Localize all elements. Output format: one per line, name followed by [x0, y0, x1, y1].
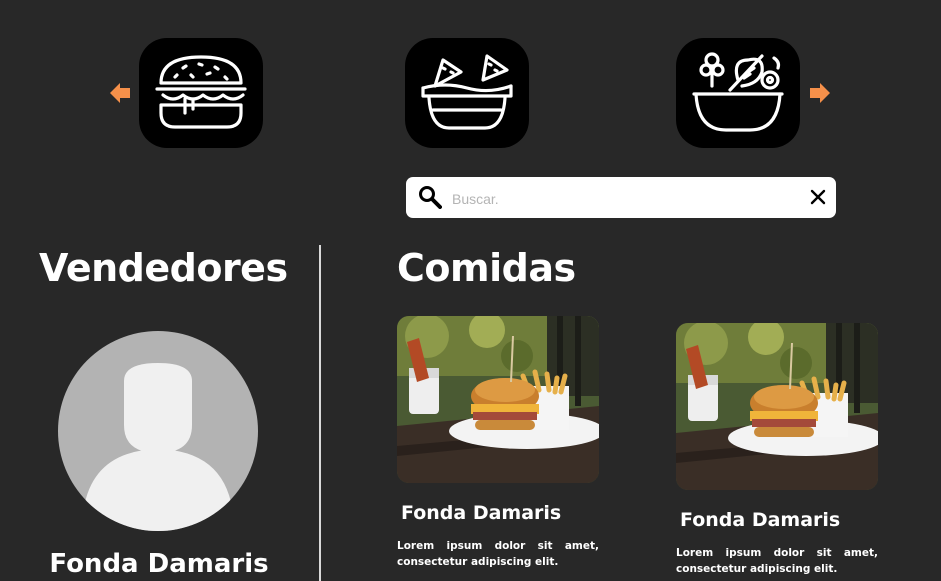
arrow-left-icon	[110, 83, 130, 103]
burger-icon	[155, 55, 247, 129]
burger-photo	[676, 323, 878, 490]
category-nachos[interactable]	[405, 38, 529, 148]
food-card[interactable]: Fonda Damaris Lorem ipsum dolor sit amet…	[397, 316, 601, 570]
vendor-name[interactable]: Fonda Damaris	[0, 549, 318, 579]
foods-heading: Comidas	[397, 246, 576, 290]
user-avatar-icon	[58, 331, 258, 531]
food-description: Lorem ipsum dolor sit amet, consectetur …	[676, 547, 878, 575]
food-image[interactable]	[676, 323, 878, 490]
carousel-prev-button[interactable]	[109, 82, 131, 104]
column-divider	[319, 245, 321, 581]
nachos-bowl-icon	[421, 54, 513, 130]
search-bar	[406, 177, 836, 218]
category-salad[interactable]	[676, 38, 800, 148]
vendors-heading: Vendedores	[39, 246, 288, 290]
burger-photo	[397, 316, 599, 483]
search-icon[interactable]	[418, 185, 442, 209]
carousel-next-button[interactable]	[809, 82, 831, 104]
vendor-avatar[interactable]	[58, 331, 258, 531]
food-image[interactable]	[397, 316, 599, 483]
clear-search-icon[interactable]	[810, 189, 826, 205]
category-burger[interactable]	[139, 38, 263, 148]
search-input[interactable]	[450, 183, 794, 214]
food-vendor-name[interactable]: Fonda Damaris	[676, 509, 880, 531]
food-description: Lorem ipsum dolor sit amet, consectetur …	[397, 540, 599, 568]
food-vendor-name[interactable]: Fonda Damaris	[397, 502, 601, 524]
food-card[interactable]: Fonda Damaris Lorem ipsum dolor sit amet…	[676, 323, 880, 577]
arrow-right-icon	[810, 83, 830, 103]
salad-bowl-icon	[692, 52, 784, 132]
